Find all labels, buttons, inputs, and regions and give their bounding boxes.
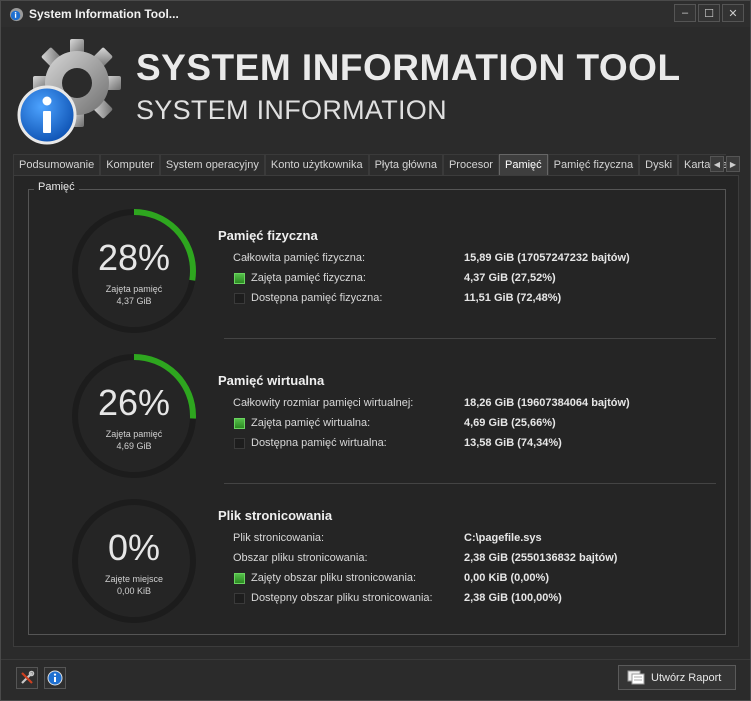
tab-pamiec-fizyczna[interactable]: Pamięć fizyczna <box>547 154 640 175</box>
section-divider <box>224 483 716 484</box>
tools-icon[interactable] <box>16 667 38 689</box>
row-label: Dostępna pamięć fizyczna: <box>251 292 383 304</box>
row-value: 11,51 GiB (72,48%) <box>464 292 562 304</box>
group-label: Pamięć <box>34 181 79 193</box>
tab-scroll-right-icon[interactable]: ▶ <box>726 156 740 172</box>
row-value: 0,00 KiB (0,00%) <box>464 572 549 584</box>
tab-podsumowanie[interactable]: Podsumowanie <box>13 154 101 175</box>
pagefile-gauge: 0% Zajęte miejsce 0,00 KiB <box>70 497 198 625</box>
tab-system-operacyjny[interactable]: System operacyjny <box>159 154 265 175</box>
row-value: 18,26 GiB (19607384064 bajtów) <box>464 397 630 409</box>
report-icon <box>627 670 645 685</box>
gauge-value: 4,69 GiB <box>116 441 152 451</box>
used-indicator-icon <box>234 573 245 584</box>
gauge-percent: 28% <box>97 237 171 278</box>
tab-strip: Podsumowanie Komputer System operacyjny … <box>13 154 726 175</box>
free-indicator-icon <box>234 293 245 304</box>
maximize-button[interactable]: ☐ <box>698 4 720 22</box>
row-label: Obszar pliku stronicowania: <box>233 552 368 564</box>
row-value: 15,89 GiB (17057247232 bajtów) <box>464 252 630 264</box>
header-banner: SYSTEM INFORMATION TOOL SYSTEM INFORMATI… <box>1 27 750 151</box>
tab-procesor[interactable]: Procesor <box>442 154 499 175</box>
physical-memory-title: Pamięć fizyczna <box>218 228 318 243</box>
physical-memory-gauge: 28% Zajęta pamięć 4,37 GiB <box>70 207 198 335</box>
create-report-label: Utwórz Raport <box>651 671 722 684</box>
info-icon[interactable] <box>44 667 66 689</box>
gauge-percent: 26% <box>97 382 171 423</box>
row-value: 4,37 GiB (27,52%) <box>464 272 556 284</box>
tab-plyta-glowna[interactable]: Płyta główna <box>368 154 443 175</box>
title-bar[interactable]: System Information Tool... – ☐ ✕ <box>1 1 750 27</box>
gauge-percent: 0% <box>107 527 161 568</box>
app-window: System Information Tool... – ☐ ✕ SYSTEM … <box>0 0 751 701</box>
header-subtitle: SYSTEM INFORMATION <box>136 95 447 125</box>
row-label: Zajęta pamięć fizyczna: <box>251 272 366 284</box>
tab-content-panel: Pamięć 28% Zajęta pamięć 4,37 GiB Pamięć… <box>13 175 739 647</box>
tab-komputer[interactable]: Komputer <box>100 154 160 175</box>
row-value: 13,58 GiB (74,34%) <box>464 437 562 449</box>
tab-konto-uzytkownika[interactable]: Konto użytkownika <box>264 154 369 175</box>
virtual-memory-gauge: 26% Zajęta pamięć 4,69 GiB <box>70 352 198 480</box>
pagefile-title: Plik stronicowania <box>218 508 333 523</box>
free-indicator-icon <box>234 438 245 449</box>
app-icon <box>9 7 24 22</box>
gauge-label: Zajęte miejsce <box>104 574 164 584</box>
bottom-toolbar: Utwórz Raport <box>1 659 750 700</box>
row-label: Plik stronicowania: <box>233 532 325 544</box>
row-label: Zajęty obszar pliku stronicowania: <box>251 572 417 584</box>
used-indicator-icon <box>234 418 245 429</box>
gear-info-logo-icon <box>17 39 121 145</box>
header-title: SYSTEM INFORMATION TOOL <box>136 47 681 88</box>
tab-dyski[interactable]: Dyski <box>639 154 679 175</box>
gauge-value: 4,37 GiB <box>116 296 152 306</box>
row-label: Całkowity rozmiar pamięci wirtualnej: <box>233 397 414 409</box>
gauge-label: Zajęta pamięć <box>105 429 163 439</box>
row-label: Dostępny obszar pliku stronicowania: <box>251 592 433 604</box>
gauge-value: 0,00 KiB <box>116 586 152 596</box>
close-button[interactable]: ✕ <box>722 4 744 22</box>
row-value: 2,38 GiB (2550136832 bajtów) <box>464 552 618 564</box>
section-divider <box>224 338 716 339</box>
row-value: C:\pagefile.sys <box>464 532 542 544</box>
tab-pamiec[interactable]: Pamięć <box>498 154 548 175</box>
create-report-button[interactable]: Utwórz Raport <box>618 665 736 690</box>
virtual-memory-title: Pamięć wirtualna <box>218 373 325 388</box>
tab-scroll-left-icon[interactable]: ◀ <box>710 156 724 172</box>
row-value: 2,38 GiB (100,00%) <box>464 592 562 604</box>
minimize-button[interactable]: – <box>674 4 696 22</box>
window-title: System Information Tool... <box>29 7 179 21</box>
row-value: 4,69 GiB (25,66%) <box>464 417 556 429</box>
row-label: Całkowita pamięć fizyczna: <box>233 252 366 264</box>
row-label: Dostępna pamięć wirtualna: <box>251 437 387 449</box>
used-indicator-icon <box>234 273 245 284</box>
gauge-label: Zajęta pamięć <box>105 284 163 294</box>
free-indicator-icon <box>234 593 245 604</box>
row-label: Zajęta pamięć wirtualna: <box>251 417 371 429</box>
